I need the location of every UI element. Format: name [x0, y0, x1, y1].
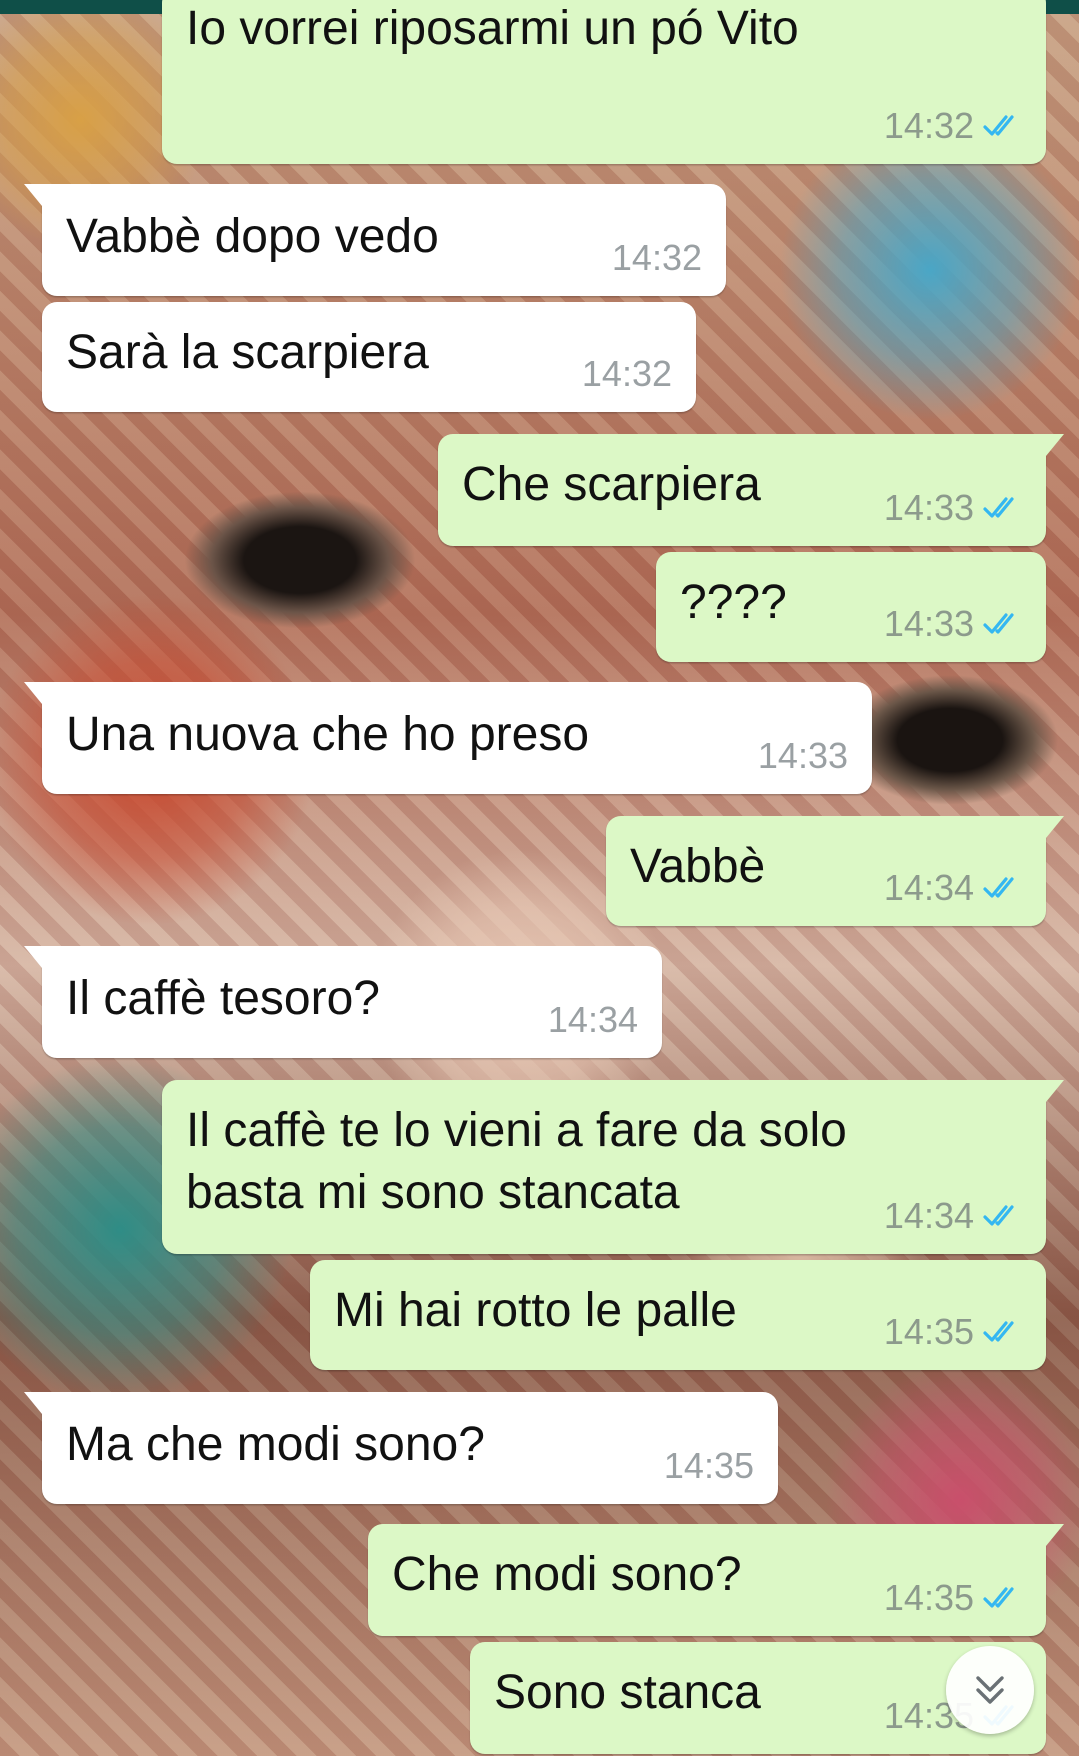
message-time: 14:33 [883, 603, 974, 644]
incoming-message[interactable]: Una nuova che ho preso 14:33 [24, 682, 872, 794]
message-meta: 14:35 [884, 1578, 1022, 1618]
outgoing-message[interactable]: Vabbè 14:34 [606, 816, 1064, 926]
message-text: Che modi sono? [392, 1548, 742, 1601]
outgoing-message[interactable]: Io vorrei riposarmi un pó Vito 14:32 [162, 0, 1046, 164]
message-time: 14:34 [883, 1195, 974, 1236]
double-check-icon [983, 877, 1014, 898]
message-meta: 14:32 [582, 354, 672, 394]
incoming-message[interactable]: Sarà la scarpiera 14:32 [42, 302, 696, 412]
message-meta: 14:35 [884, 1312, 1022, 1352]
message-text: Il caffè te lo vieni a fare da solo [186, 1104, 847, 1157]
message-text: Mi hai rotto le palle [334, 1284, 737, 1337]
double-check-icon [983, 1587, 1014, 1608]
outgoing-message[interactable]: Mi hai rotto le palle 14:35 [310, 1260, 1046, 1370]
double-check-icon [983, 613, 1014, 634]
message-time: 14:32 [581, 353, 672, 394]
message-meta: 14:32 [884, 106, 1022, 146]
message-text: basta mi sono stancata [186, 1166, 680, 1219]
message-text: Vabbè [630, 840, 766, 893]
outgoing-message[interactable]: Che modi sono? 14:35 [368, 1524, 1064, 1636]
message-meta: 14:34 [884, 1196, 1022, 1236]
message-time: 14:34 [883, 867, 974, 908]
message-text: Ma che modi sono? [66, 1418, 485, 1471]
message-time: 14:35 [663, 1445, 754, 1486]
double-check-icon [983, 115, 1014, 136]
message-text: Sarà la scarpiera [66, 326, 429, 379]
message-meta: 14:35 [664, 1446, 754, 1486]
message-text: Una nuova che ho preso [66, 708, 590, 761]
message-meta: 14:32 [612, 238, 702, 278]
message-time: 14:32 [611, 237, 702, 278]
message-time: 14:35 [883, 1577, 974, 1618]
double-chevron-down-icon [976, 1676, 1004, 1704]
message-text: Io vorrei riposarmi un pó Vito [186, 2, 799, 55]
incoming-message[interactable]: Il caffè tesoro? 14:34 [24, 946, 662, 1058]
message-time: 14:33 [757, 735, 848, 776]
incoming-message[interactable]: Vabbè dopo vedo 14:32 [24, 184, 726, 296]
message-text: Sono stanca [494, 1666, 761, 1719]
outgoing-message[interactable]: Che scarpiera 14:33 [438, 434, 1064, 546]
outgoing-message[interactable]: Il caffè te lo vieni a fare da solo bast… [162, 1080, 1064, 1254]
message-time: 14:32 [883, 105, 974, 146]
message-meta: 14:34 [548, 1000, 638, 1040]
message-meta: 14:33 [884, 488, 1022, 528]
message-text: Che scarpiera [462, 458, 761, 511]
message-meta: 14:34 [884, 868, 1022, 908]
scroll-down-button[interactable] [946, 1646, 1034, 1734]
message-text: Vabbè dopo vedo [66, 210, 439, 263]
message-time: 14:35 [883, 1311, 974, 1352]
message-meta: 14:33 [758, 736, 848, 776]
double-check-icon [983, 497, 1014, 518]
double-check-icon [983, 1321, 1014, 1342]
message-text: Il caffè tesoro? [66, 972, 380, 1025]
outgoing-message[interactable]: ???? 14:33 [656, 552, 1046, 662]
incoming-message[interactable]: Ma che modi sono? 14:35 [24, 1392, 778, 1504]
double-check-icon [983, 1205, 1014, 1226]
message-meta: 14:33 [884, 604, 1022, 644]
message-text: ???? [680, 576, 787, 629]
message-time: 14:34 [547, 999, 638, 1040]
message-time: 14:33 [883, 487, 974, 528]
